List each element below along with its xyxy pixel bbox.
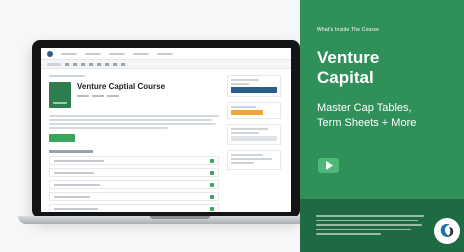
subhead-line-2: Term Sheets + More bbox=[317, 117, 417, 129]
subnav-pill[interactable] bbox=[47, 62, 61, 66]
laptop-notch bbox=[150, 216, 210, 219]
course-content: Venture Captial Course bbox=[41, 69, 291, 212]
promo-eyebrow: What's Inside The Course bbox=[317, 27, 380, 33]
complete-icon bbox=[210, 182, 214, 187]
course-side-column bbox=[227, 75, 281, 212]
site-sub-nav bbox=[41, 60, 291, 69]
module-lesson-row[interactable] bbox=[49, 156, 219, 165]
subnav-item[interactable] bbox=[89, 62, 93, 66]
enroll-button[interactable] bbox=[49, 134, 75, 142]
complete-icon bbox=[210, 194, 214, 199]
brand-logo-icon bbox=[440, 224, 454, 237]
nav-link[interactable] bbox=[157, 52, 173, 55]
course-thumbnail bbox=[49, 82, 71, 108]
promo-headline: Venture Capital bbox=[317, 48, 457, 88]
module-lesson-row[interactable] bbox=[49, 192, 219, 201]
nav-link[interactable] bbox=[85, 52, 101, 55]
headline-line-2: Capital bbox=[317, 68, 374, 87]
play-icon bbox=[325, 161, 333, 170]
subnav-item[interactable] bbox=[81, 62, 85, 66]
play-button[interactable] bbox=[318, 158, 339, 173]
subnav-item[interactable] bbox=[97, 62, 101, 66]
nav-link[interactable] bbox=[61, 52, 77, 55]
module-lesson-row[interactable] bbox=[49, 168, 219, 177]
promo-footer bbox=[300, 199, 464, 252]
subnav-item[interactable] bbox=[65, 62, 69, 66]
promo-main: What's Inside The Course Venture Capital… bbox=[300, 0, 464, 199]
progress-fill bbox=[231, 110, 264, 115]
nav-link[interactable] bbox=[133, 52, 149, 55]
subnav-item[interactable] bbox=[121, 62, 125, 66]
nav-link[interactable] bbox=[109, 52, 125, 55]
subnav-item[interactable] bbox=[73, 62, 77, 66]
laptop-screen: Venture Captial Course bbox=[41, 48, 291, 212]
reviews-box bbox=[227, 150, 281, 170]
module-lesson-row[interactable] bbox=[49, 204, 219, 212]
subhead-line-1: Master Cap Tables, bbox=[317, 102, 412, 114]
complete-icon bbox=[210, 158, 214, 163]
promo-panel: What's Inside The Course Venture Capital… bbox=[300, 0, 464, 252]
related-box bbox=[227, 124, 281, 145]
site-top-nav bbox=[41, 48, 291, 60]
module-heading bbox=[49, 150, 93, 153]
progress-box bbox=[227, 102, 281, 119]
course-header: Venture Captial Course bbox=[49, 82, 219, 108]
subnav-item[interactable] bbox=[105, 62, 109, 66]
course-main-column: Venture Captial Course bbox=[49, 75, 219, 212]
brand-logo bbox=[434, 218, 460, 244]
footer-fine-print bbox=[316, 215, 424, 238]
breadcrumb[interactable] bbox=[49, 75, 85, 77]
course-title: Venture Captial Course bbox=[77, 82, 166, 91]
promo-subhead: Master Cap Tables, Term Sheets + More bbox=[317, 101, 462, 131]
complete-icon bbox=[210, 170, 214, 175]
price-box bbox=[227, 75, 281, 97]
laptop-lid: Venture Captial Course bbox=[32, 40, 300, 218]
headline-line-1: Venture bbox=[317, 48, 380, 67]
laptop-mockup: Venture Captial Course bbox=[18, 40, 314, 225]
buy-button[interactable] bbox=[231, 87, 277, 93]
course-description bbox=[49, 115, 219, 129]
course-meta bbox=[77, 95, 165, 97]
site-logo[interactable] bbox=[47, 50, 53, 57]
complete-icon bbox=[210, 206, 214, 211]
module-lesson-row[interactable] bbox=[49, 180, 219, 189]
subnav-item[interactable] bbox=[113, 62, 117, 66]
logo-icon bbox=[47, 50, 53, 57]
